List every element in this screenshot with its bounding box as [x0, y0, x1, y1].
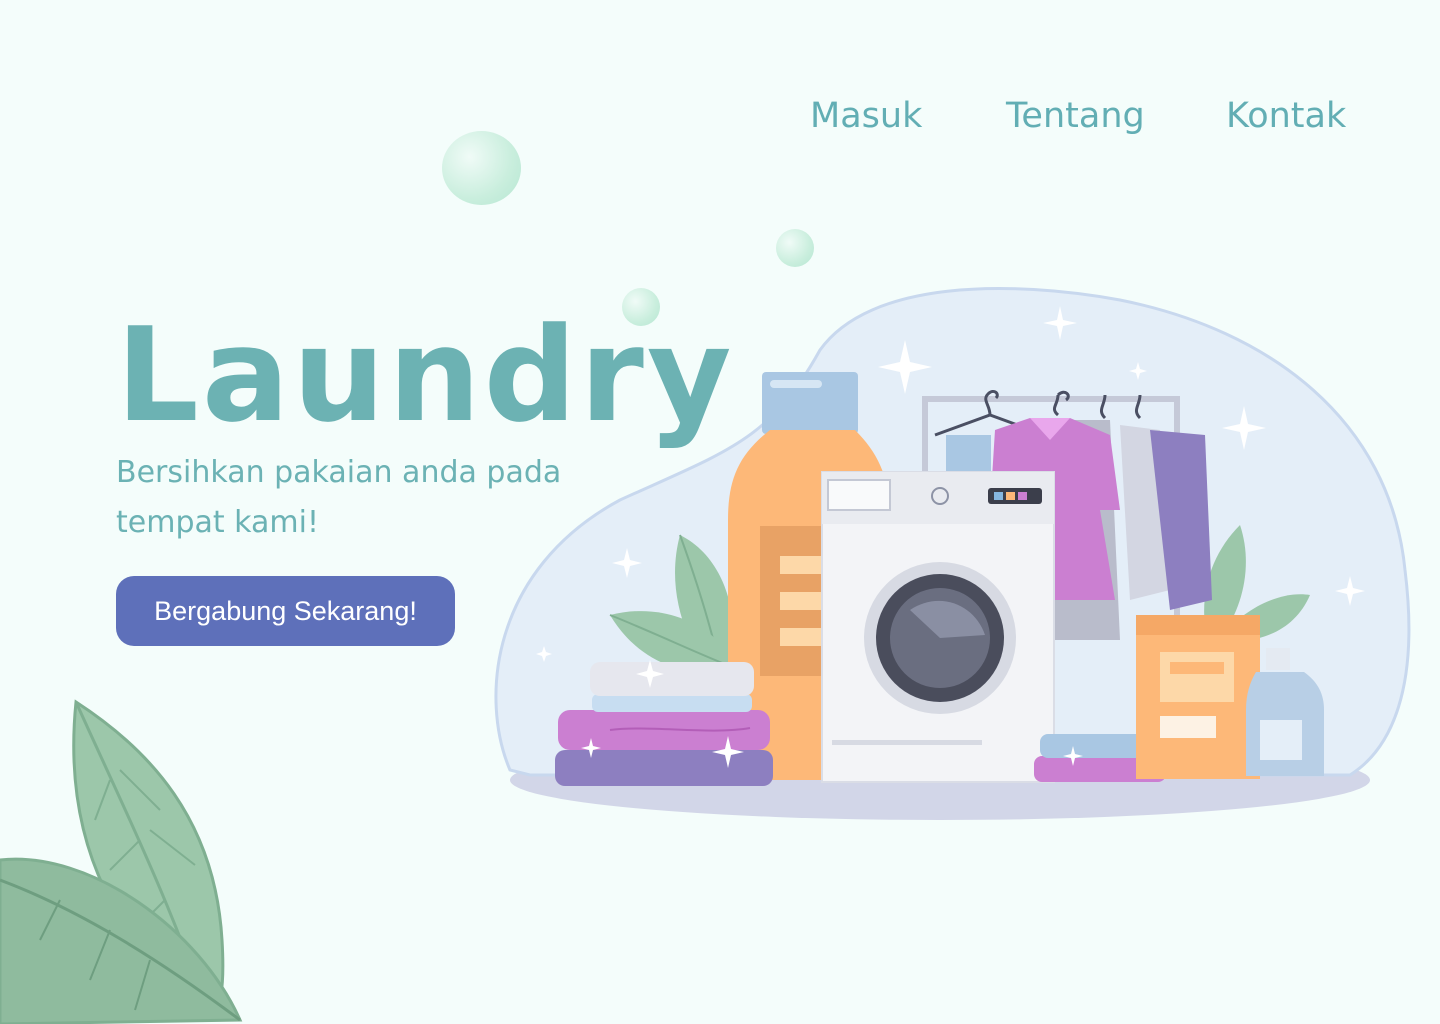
soap-box-icon	[1136, 615, 1260, 779]
join-now-button[interactable]: Bergabung Sekarang!	[116, 576, 455, 646]
bubble-icon	[442, 131, 521, 205]
nav-link-kontak[interactable]: Kontak	[1226, 92, 1346, 140]
nav-link-masuk[interactable]: Masuk	[810, 92, 922, 140]
leaf-icon	[0, 699, 243, 1024]
nav-link-tentang[interactable]: Tentang	[1006, 92, 1145, 140]
bubble-icon	[776, 229, 814, 267]
washing-machine-icon	[821, 471, 1055, 783]
top-navigation: Masuk Tentang Kontak	[0, 92, 1440, 142]
laundry-illustration	[494, 287, 1411, 820]
